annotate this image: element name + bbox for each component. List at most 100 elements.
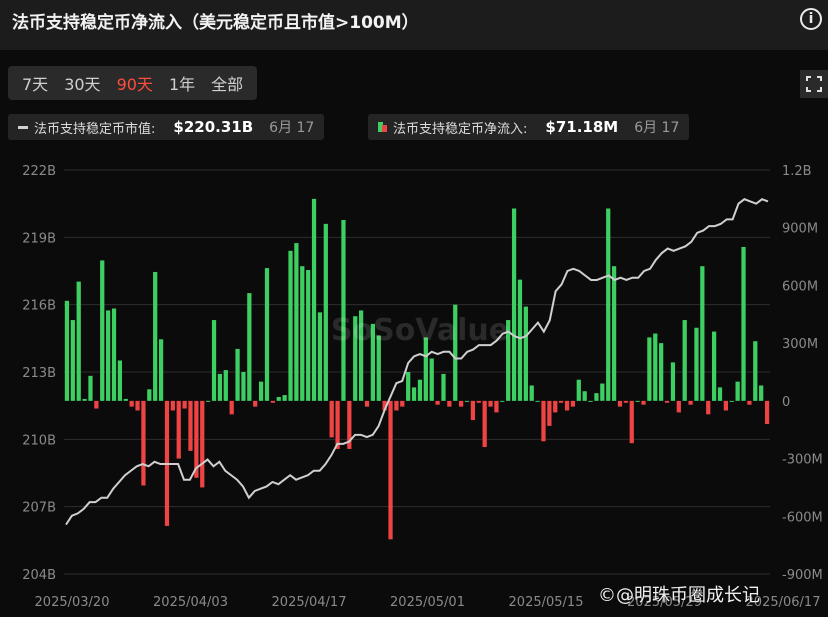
x-tick-label: 2025/04/17 <box>272 595 347 610</box>
tab-1y[interactable]: 1年 <box>161 71 203 95</box>
x-tick-label: 2025/05/15 <box>509 595 584 610</box>
info-icon[interactable]: i <box>800 8 822 30</box>
inflow-bar <box>747 400 752 405</box>
inflow-bar <box>200 400 205 488</box>
legend-net-inflow: 法币支持稳定币净流入: $71.18M 6月 17 <box>368 114 690 140</box>
inflow-bar <box>317 312 323 401</box>
inflow-bar <box>659 343 664 401</box>
inflow-bar <box>700 266 705 401</box>
inflow-bar <box>500 400 505 402</box>
header-bar: 法币支持稳定币净流入（美元稳定币且市值>100M） i <box>0 0 828 50</box>
tab-all[interactable]: 全部 <box>203 71 251 95</box>
inflow-bar <box>394 400 399 411</box>
inflow-bar <box>717 387 723 401</box>
inflow-bar <box>229 400 234 415</box>
inflow-bar <box>623 400 628 403</box>
inflow-bar <box>670 362 676 401</box>
inflow-bar <box>741 246 746 401</box>
tab-30d[interactable]: 30天 <box>56 71 108 95</box>
y-right-tick-label: 900M <box>782 222 818 237</box>
inflow-bar <box>735 381 740 401</box>
inflow-bar <box>682 320 687 401</box>
legend-market-cap-value: $220.31B <box>173 118 254 136</box>
inflow-bar <box>511 208 517 401</box>
inflow-bar <box>464 400 470 402</box>
inflow-bar <box>629 400 634 444</box>
inflow-bar <box>300 266 305 401</box>
inflow-bar <box>517 279 523 401</box>
y-right-tick-label: 1.2B <box>782 164 812 179</box>
inflow-bar <box>476 400 481 403</box>
inflow-bar <box>106 310 111 401</box>
inflow-bar <box>553 400 558 413</box>
bar-swatch-icon <box>378 122 387 132</box>
sosovalue-watermark: SoSoValue <box>331 313 509 348</box>
inflow-bar <box>223 370 228 401</box>
inflow-bar <box>364 400 370 407</box>
inflow-bar <box>647 337 652 401</box>
inflow-bar <box>276 397 281 401</box>
inflow-bar <box>711 331 717 401</box>
y-left-tick-label: 222B <box>22 164 56 179</box>
legend-market-cap-date: 6月 17 <box>269 120 315 136</box>
inflow-bar <box>311 198 317 401</box>
legend-market-cap: 法币支持稳定币市值: $220.31B 6月 17 <box>8 114 325 140</box>
inflow-bar <box>564 400 570 411</box>
y-right-tick-label: -300M <box>782 453 823 468</box>
inflow-bar <box>64 300 70 401</box>
inflow-bar <box>694 327 699 401</box>
inflow-bar <box>559 400 564 403</box>
inflow-bar <box>535 400 540 402</box>
legend-net-inflow-label: 法币支持稳定币净流入: <box>393 121 528 137</box>
y-left-tick-label: 210B <box>22 433 56 448</box>
y-right-tick-label: -900M <box>782 568 823 583</box>
inflow-bar <box>147 389 152 401</box>
inflow-bar <box>323 223 328 401</box>
x-tick-label: 2025/04/03 <box>153 595 228 610</box>
inflow-bar <box>435 400 440 405</box>
tab-7d[interactable]: 7天 <box>14 71 56 95</box>
legend-market-cap-label: 法币支持稳定币市值: <box>34 121 156 137</box>
inflow-bar <box>676 400 681 413</box>
inflow-bar <box>706 400 711 415</box>
inflow-bar <box>329 400 334 438</box>
y-left-tick-label: 216B <box>22 299 56 314</box>
inflow-bar <box>600 383 605 401</box>
inflow-bar <box>176 400 181 459</box>
inflow-bar <box>82 398 87 401</box>
inflow-bar <box>653 333 658 401</box>
inflow-bar <box>417 379 423 401</box>
legend-net-inflow-date: 6月 17 <box>634 120 680 136</box>
y-right-tick-label: 0 <box>782 395 790 410</box>
inflow-bar <box>335 400 340 449</box>
footer-watermark: ©@明珠币圈成长记 <box>598 585 760 606</box>
fullscreen-icon[interactable] <box>800 70 828 98</box>
inflow-bar <box>158 339 164 401</box>
inflow-bar <box>282 395 287 401</box>
inflow-bar <box>723 400 728 411</box>
inflow-bar <box>258 381 264 401</box>
inflow-bar <box>211 320 217 401</box>
x-tick-label: 2025/05/01 <box>390 595 465 610</box>
inflow-bar <box>400 400 405 407</box>
inflow-bar <box>606 208 611 401</box>
inflow-bar <box>123 398 128 401</box>
inflow-bar <box>482 400 487 448</box>
inflow-bar <box>70 320 75 401</box>
inflow-bar <box>241 372 246 401</box>
y-left-tick-label: 207B <box>22 501 56 516</box>
inflow-bar <box>641 400 646 405</box>
inflow-bar <box>764 400 770 424</box>
inflow-bar <box>406 372 411 401</box>
y-left-tick-label: 204B <box>22 568 56 583</box>
tab-90d[interactable]: 90天 <box>109 71 161 95</box>
inflow-bar <box>76 281 81 401</box>
inflow-bar <box>306 270 311 401</box>
inflow-bar <box>111 308 117 401</box>
inflow-bar <box>94 400 99 409</box>
inflow-bar <box>341 220 346 401</box>
range-tabs: 7天 30天 90天 1年 全部 <box>8 66 258 100</box>
inflow-bar <box>688 400 693 405</box>
fullscreen-glyph <box>806 76 822 92</box>
inflow-bar <box>117 360 123 401</box>
